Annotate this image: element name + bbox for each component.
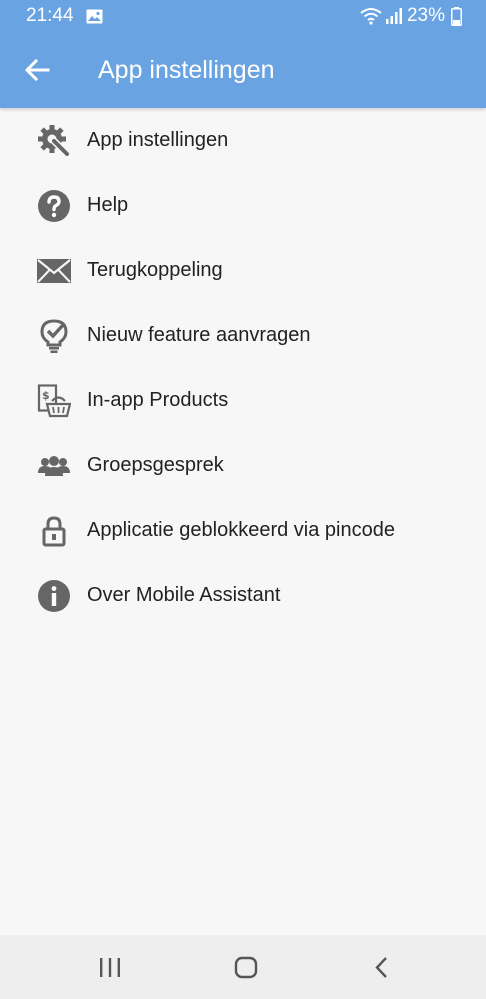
lock-icon bbox=[36, 513, 72, 549]
help-icon bbox=[36, 188, 72, 224]
image-notification-icon bbox=[86, 9, 103, 23]
menu-item-label: Applicatie geblokkeerd via pincode bbox=[87, 519, 395, 541]
group-icon bbox=[36, 448, 72, 484]
app-bar: App instellingen bbox=[0, 32, 486, 108]
menu-item-group-chat[interactable]: Groepsgesprek bbox=[0, 433, 486, 498]
status-bar: 21:44 23% bbox=[0, 0, 486, 32]
signal-icon bbox=[385, 8, 402, 24]
menu-item-feedback[interactable]: Terugkoppeling bbox=[0, 238, 486, 303]
menu-item-label: Over Mobile Assistant bbox=[87, 584, 281, 606]
menu-item-in-app-products[interactable]: $ In-app Products bbox=[0, 368, 486, 433]
shop-basket-icon: $ bbox=[36, 383, 72, 419]
info-icon bbox=[36, 578, 72, 614]
gear-wrench-icon bbox=[36, 123, 72, 159]
menu-item-feature-request[interactable]: Nieuw feature aanvragen bbox=[0, 303, 486, 368]
menu-item-label: Help bbox=[87, 194, 129, 216]
envelope-icon bbox=[36, 253, 72, 289]
svg-text:$: $ bbox=[42, 389, 50, 402]
home-icon[interactable] bbox=[231, 953, 261, 983]
lightbulb-check-icon bbox=[36, 318, 72, 354]
status-time: 21:44 bbox=[26, 5, 74, 26]
menu-item-label: Groepsgesprek bbox=[87, 454, 224, 476]
menu-item-pin-lock[interactable]: Applicatie geblokkeerd via pincode bbox=[0, 498, 486, 563]
menu-item-about[interactable]: Over Mobile Assistant bbox=[0, 563, 486, 628]
menu-item-label: App instellingen bbox=[87, 129, 229, 151]
menu-item-help[interactable]: Help bbox=[0, 173, 486, 238]
wifi-icon bbox=[360, 8, 382, 25]
menu-item-label: In-app Products bbox=[87, 389, 229, 411]
menu-item-app-settings[interactable]: App instellingen bbox=[0, 108, 486, 173]
page-title: App instellingen bbox=[98, 56, 275, 84]
recent-apps-icon[interactable] bbox=[95, 953, 125, 983]
battery-icon bbox=[451, 6, 462, 26]
back-nav-icon[interactable] bbox=[367, 953, 397, 983]
settings-menu: App instellingen Help Terugkoppeling Nie… bbox=[0, 108, 486, 628]
battery-percentage: 23% bbox=[406, 5, 445, 26]
back-arrow-icon[interactable] bbox=[20, 53, 54, 87]
menu-item-label: Nieuw feature aanvragen bbox=[87, 324, 311, 346]
navigation-bar bbox=[0, 935, 486, 999]
status-icons: 23% bbox=[360, 0, 462, 32]
menu-item-label: Terugkoppeling bbox=[87, 259, 223, 281]
